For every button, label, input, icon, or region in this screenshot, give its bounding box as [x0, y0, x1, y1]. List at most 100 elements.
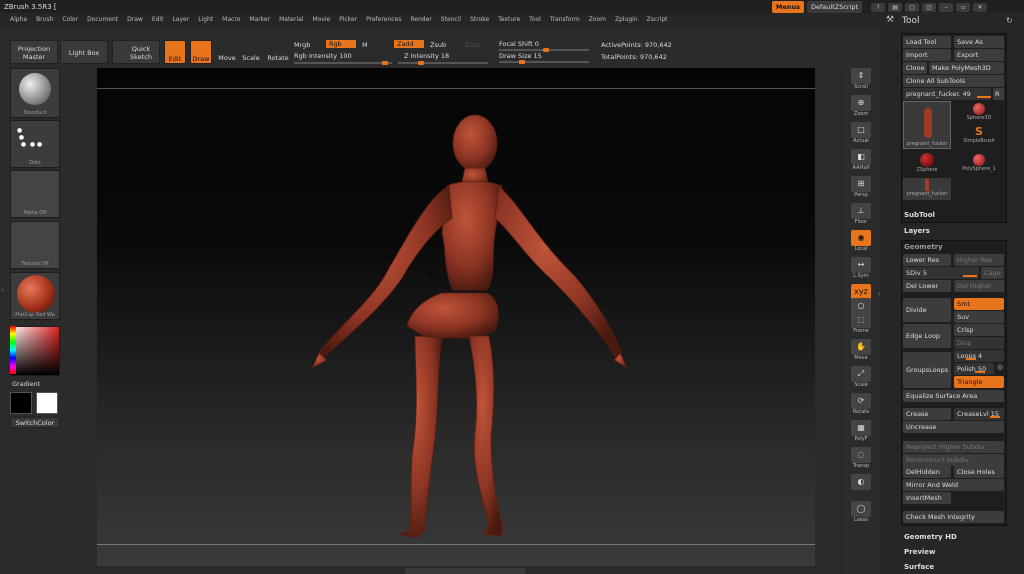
reproject-higher-subdiv-button[interactable]: Reproject Higher Subdiv — [903, 441, 1004, 453]
menu-item[interactable]: Draw — [123, 13, 148, 27]
menu-item[interactable]: Document — [83, 13, 123, 27]
divide-button[interactable]: Divide — [903, 298, 951, 322]
layers-section[interactable]: Layers — [904, 227, 930, 235]
menu-item[interactable]: Light — [194, 13, 218, 27]
edge-loop-button[interactable]: Edge Loop — [903, 324, 951, 348]
disp-slider[interactable]: Disp — [954, 337, 1004, 349]
zcut-button[interactable]: Zcut — [465, 41, 480, 49]
material-thumbnail[interactable]: MatCap Red Wa — [10, 272, 60, 320]
shelf-button[interactable]: ⊕ Zoom — [850, 95, 872, 121]
canvas-scrollbar[interactable] — [405, 568, 525, 574]
tool-thumb-polysphere[interactable]: PolySphere_1 — [954, 152, 1004, 176]
menu-item[interactable]: Layer — [168, 13, 194, 27]
current-tool-slider-knob[interactable] — [977, 96, 991, 98]
check-mesh-integrity-button[interactable]: Check Mesh Integrity — [903, 511, 1004, 523]
insert-mesh-button[interactable]: InsertMesh — [903, 492, 951, 504]
minimize-icon[interactable]: – — [939, 2, 954, 12]
menu-item[interactable]: Zoom — [585, 13, 611, 27]
tool-thumb-zsphere[interactable]: ZSphere — [903, 152, 951, 176]
make-polymesh3d-button[interactable]: Make PolyMesh3D — [929, 62, 1004, 74]
triangle-toggle[interactable]: Triangle — [954, 376, 1004, 388]
menu-item[interactable]: Stencil — [437, 13, 466, 27]
crease-level-slider[interactable]: CreaseLvl 15 — [954, 408, 1004, 420]
left-collapse-arrow-icon[interactable]: ‹ — [1, 286, 5, 296]
move-button[interactable]: Move — [216, 40, 238, 64]
menus-button[interactable]: Menus — [772, 1, 805, 13]
rotate-button[interactable]: Rotate — [266, 40, 290, 64]
current-tool-slider[interactable]: pregnant_fucker. 49 — [903, 88, 991, 100]
menu-item[interactable]: Picker — [335, 13, 362, 27]
z-intensity-slider[interactable] — [398, 61, 488, 65]
draw-size-slider[interactable] — [499, 60, 589, 64]
help-icon[interactable]: ? — [871, 2, 886, 12]
hue-strip[interactable] — [10, 326, 16, 374]
menu-item[interactable]: Render — [406, 13, 436, 27]
default-zscript-button[interactable]: DefaultZScript — [807, 1, 863, 13]
sdiv-slider-knob[interactable] — [963, 275, 977, 277]
switch-color-button[interactable]: SwitchColor — [10, 417, 60, 428]
menu-item[interactable]: Material — [275, 13, 308, 27]
scale-button[interactable]: Scale — [240, 40, 262, 64]
mrgb-button[interactable]: Mrgb — [294, 41, 310, 49]
equalize-surface-area-button[interactable]: Equalize Surface Area — [903, 390, 1004, 402]
geometry-hd-section[interactable]: Geometry HD — [904, 533, 957, 541]
smt-toggle[interactable]: Smt — [954, 298, 1004, 310]
del-hidden-button[interactable]: DelHidden — [903, 466, 951, 478]
brush-thumbnail[interactable]: Standard — [10, 68, 60, 118]
refresh-icon[interactable]: ↻ — [1006, 16, 1013, 25]
menu-item[interactable]: Texture — [494, 13, 525, 27]
preview-section[interactable]: Preview — [904, 548, 936, 556]
edit-button[interactable]: Edit — [164, 40, 186, 64]
lower-res-button[interactable]: Lower Res — [903, 254, 951, 266]
geometry-section[interactable]: Geometry — [904, 243, 943, 251]
suv-toggle[interactable]: Suv — [954, 311, 1004, 323]
shelf-button[interactable]: ◐ — [850, 474, 872, 500]
crisp-toggle[interactable]: Crisp — [954, 324, 1004, 336]
higher-res-button[interactable]: Higher Res — [954, 254, 1004, 266]
menu-item[interactable]: Macro — [218, 13, 245, 27]
shelf-button[interactable]: ⬚ Frame — [850, 312, 872, 338]
export-button[interactable]: Export — [954, 49, 1004, 61]
menu-item[interactable]: Transform — [546, 13, 585, 27]
surface-section[interactable]: Surface — [904, 563, 934, 571]
load-tool-button[interactable]: Load Tool — [903, 36, 951, 48]
menu-item[interactable]: Zplugin — [611, 13, 643, 27]
polish-slider[interactable]: Polish 50 — [954, 363, 994, 375]
del-higher-button[interactable]: Del Higher — [954, 280, 1004, 292]
color-picker[interactable] — [10, 326, 60, 376]
cage-button[interactable]: Cage — [981, 267, 1004, 279]
tool-thumb-pregnant[interactable]: pregnant_fucker — [903, 178, 951, 200]
m-button[interactable]: M — [362, 41, 368, 49]
tool-thumb-current[interactable]: pregnant_fucker — [903, 101, 951, 149]
document-canvas[interactable] — [97, 68, 815, 566]
lock-icon[interactable]: ▢ — [905, 2, 920, 12]
layout-icon[interactable]: ▤ — [888, 2, 903, 12]
sculpt-figure[interactable] — [97, 68, 815, 566]
quick-sketch-button[interactable]: Quick Sketch — [112, 40, 160, 64]
menu-item[interactable]: Stroke — [466, 13, 494, 27]
menu-item[interactable]: Alpha — [6, 13, 32, 27]
shelf-button[interactable]: ◌ Transp — [850, 447, 872, 473]
rgb-button[interactable]: Rgb — [326, 40, 356, 48]
alpha-thumbnail[interactable]: Alpha Off — [10, 170, 60, 218]
menu-item[interactable]: Edit — [148, 13, 169, 27]
clone-all-subtools-button[interactable]: Clone All SubTools — [903, 75, 1004, 87]
mirror-and-weld-button[interactable]: Mirror And Weld — [903, 479, 1004, 491]
shelf-button[interactable]: ◧ AAHalf — [850, 149, 872, 175]
projection-master-button[interactable]: Projection Master — [10, 40, 58, 64]
sdiv-slider[interactable]: SDiv 5 — [903, 267, 979, 279]
window-icon[interactable]: ◫ — [922, 2, 937, 12]
shelf-button[interactable]: ⇕ Scroll — [850, 68, 872, 94]
menu-item[interactable]: Marker — [245, 13, 275, 27]
shelf-button[interactable]: ◉ Local — [850, 230, 872, 256]
main-color-swatch[interactable] — [36, 392, 58, 414]
menu-item[interactable]: Zscript — [643, 13, 673, 27]
stroke-thumbnail[interactable]: ● ● ● ● ● Dots — [10, 120, 60, 168]
zsub-button[interactable]: Zsub — [430, 41, 446, 49]
menu-item[interactable]: Tool — [525, 13, 546, 27]
polish-slider-knob[interactable] — [975, 371, 985, 373]
focal-shift-slider-label[interactable]: Focal Shift 0 — [499, 40, 539, 48]
uncrease-button[interactable]: Uncrease — [903, 421, 1004, 433]
crease-button[interactable]: Crease — [903, 408, 951, 420]
loops-slider[interactable]: Loops 4 — [954, 350, 1004, 362]
